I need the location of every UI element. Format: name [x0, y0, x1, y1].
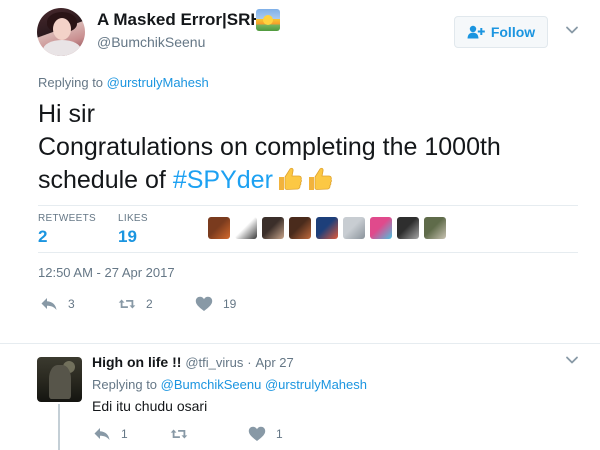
replying-to-link[interactable]: @urstrulyMahesh — [107, 75, 209, 90]
author-avatar[interactable] — [37, 8, 85, 56]
reply-count: 3 — [68, 297, 75, 311]
reply-header: High on life !! @tfi_virus · Apr 27 — [92, 354, 294, 370]
reply-author-name[interactable]: High on life !! — [92, 354, 181, 370]
hashtag-link[interactable]: #SPYder — [173, 166, 273, 194]
liker-avatar[interactable] — [235, 217, 257, 239]
retweet-action[interactable]: 2 — [118, 296, 153, 312]
reply-retweet-action[interactable] — [170, 426, 188, 442]
tweet-text-line: Congratulations on completing the 1000th — [38, 133, 501, 161]
thread-connector — [58, 404, 60, 450]
replying-prefix: Replying to — [38, 75, 104, 90]
like-action[interactable]: 19 — [195, 296, 236, 312]
liker-avatar[interactable] — [343, 217, 365, 239]
reply-reply-action[interactable]: 1 — [93, 426, 128, 442]
reply-author-avatar[interactable] — [37, 357, 82, 402]
divider — [0, 343, 600, 344]
thumbs-up-emoji-icon — [308, 167, 332, 190]
heart-icon — [195, 296, 213, 311]
retweet-icon — [118, 299, 136, 309]
tweet-text-prefix: schedule of — [38, 166, 173, 194]
reply-icon — [41, 298, 57, 310]
replying-to: Replying to @urstrulyMahesh — [38, 75, 209, 90]
reply-count: 1 — [121, 427, 128, 441]
likes-label: LIKES — [118, 213, 148, 224]
retweets-label: RETWEETS — [38, 213, 96, 224]
thumbs-up-emoji-icon — [278, 167, 302, 190]
liker-avatar[interactable] — [316, 217, 338, 239]
reply-action[interactable]: 3 — [40, 296, 75, 312]
tweet-timestamp[interactable]: 12:50 AM - 27 Apr 2017 — [38, 265, 175, 280]
tweet-text: Hi sir Congratulations on completing the… — [38, 98, 578, 197]
chevron-down-icon[interactable] — [565, 23, 579, 37]
retweets-stat[interactable]: RETWEETS 2 — [38, 213, 96, 247]
retweet-count: 2 — [146, 297, 153, 311]
liker-avatar[interactable] — [289, 217, 311, 239]
liker-avatar[interactable] — [424, 217, 446, 239]
liker-avatar[interactable] — [262, 217, 284, 239]
tweet-text-line: schedule of #SPYder — [38, 164, 578, 197]
liker-avatar[interactable] — [370, 217, 392, 239]
reply-like-action[interactable]: 1 — [248, 426, 283, 442]
author-handle[interactable]: @BumchikSeenu — [97, 34, 205, 50]
reply-text: Edi itu chudu osari — [92, 398, 208, 414]
sunrise-emoji-icon — [256, 9, 280, 31]
likes-count: 19 — [118, 227, 137, 246]
liker-avatar[interactable] — [397, 217, 419, 239]
retweets-count: 2 — [38, 227, 48, 246]
follow-label: Follow — [490, 24, 536, 40]
heart-icon — [248, 426, 266, 441]
like-count: 1 — [276, 427, 283, 441]
retweet-icon — [170, 429, 188, 439]
replying-to-link[interactable]: @BumchikSeenu — [161, 377, 262, 392]
reply-separator: · — [247, 355, 252, 370]
replying-prefix: Replying to — [92, 377, 158, 392]
likes-stat[interactable]: LIKES 19 — [118, 213, 148, 247]
chevron-down-icon[interactable] — [565, 353, 579, 367]
divider — [38, 252, 578, 253]
like-count: 19 — [223, 297, 237, 311]
replying-to-link[interactable]: @urstrulyMahesh — [265, 377, 367, 392]
reply-replying-to: Replying to @BumchikSeenu @urstrulyMahes… — [92, 377, 367, 392]
reply-date[interactable]: Apr 27 — [255, 355, 293, 370]
reply-icon — [94, 428, 110, 440]
liker-avatar[interactable] — [208, 217, 230, 239]
author-display-name[interactable]: A Masked Error|SRH — [97, 10, 263, 30]
tweet-text-line: Hi sir — [38, 100, 95, 128]
divider — [38, 205, 578, 206]
likers-avatars — [208, 217, 446, 239]
reply-author-handle[interactable]: @tfi_virus — [185, 355, 243, 370]
follow-button[interactable]: Follow — [454, 16, 548, 48]
add-user-icon — [467, 25, 485, 39]
